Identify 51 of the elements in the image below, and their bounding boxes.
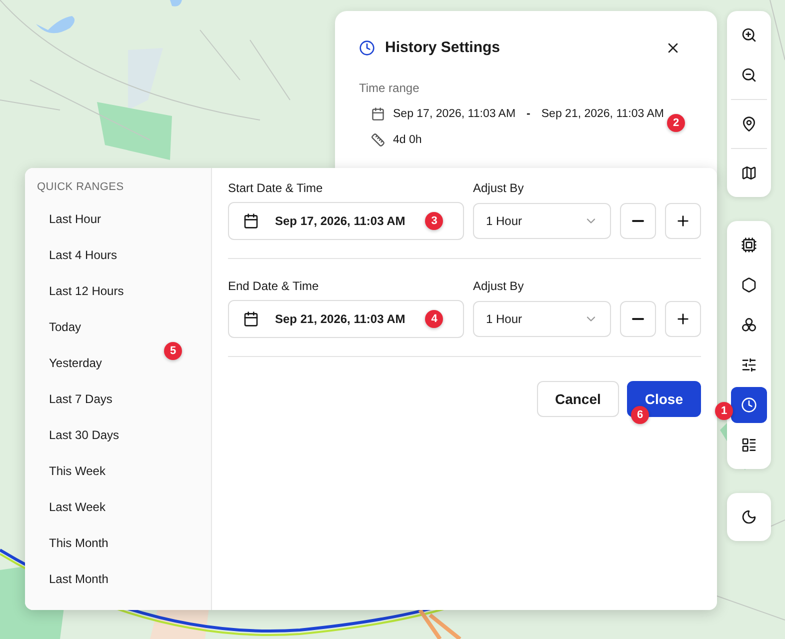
quick-range-item[interactable]: Last Week [37, 489, 197, 525]
clock-icon [359, 40, 375, 56]
chip-icon [741, 237, 757, 253]
zoom-out-icon [741, 67, 757, 83]
quick-range-item[interactable]: This Month [37, 525, 197, 561]
toolbar-button[interactable] [731, 387, 767, 423]
hexagon-icon [741, 277, 757, 293]
quick-range-item[interactable]: Last 30 Days [37, 417, 197, 453]
duration-text: 4d 0h [393, 134, 422, 146]
date-time-field[interactable]: Sep 17, 2026, 11:03 AM 3 [228, 202, 464, 240]
map-icon [741, 165, 757, 181]
plus-icon [675, 311, 691, 327]
list-icon [741, 437, 757, 453]
quick-range-item[interactable]: Last 4 Hours [37, 237, 197, 273]
quick-range-item[interactable]: This Week [37, 453, 197, 489]
sliders-icon [741, 357, 757, 373]
range-end-text: Sep 21, 2026, 11:03 AM [541, 108, 664, 120]
adjust-by-select[interactable]: 1 Hour [473, 301, 611, 337]
ruler-icon [371, 133, 385, 147]
cancel-button[interactable]: Cancel [536, 381, 619, 417]
calendar-icon [371, 107, 385, 121]
quick-range-item[interactable]: Last 12 Hours [37, 273, 197, 309]
clock-icon [741, 397, 757, 413]
moon-icon [741, 509, 757, 525]
date-time-field[interactable]: Sep 21, 2026, 11:03 AM 4 [228, 300, 464, 338]
circles-icon [741, 317, 757, 333]
step-marker: 3 [425, 212, 444, 230]
quick-range-item[interactable]: Last 7 Days [37, 381, 197, 417]
step-marker: 4 [425, 310, 444, 328]
panel-title: History Settings [385, 39, 502, 56]
minus-icon [632, 318, 644, 320]
range-start-text: Sep 17, 2026, 11:03 AM [393, 108, 516, 120]
adjust-by-label: Adjust By [473, 181, 525, 195]
minus-icon [632, 220, 644, 222]
calendar-icon [243, 213, 259, 229]
quick-range-item[interactable]: Last Hour [37, 201, 197, 237]
adjust-by-label: Adjust By [473, 279, 525, 293]
date-time-value: Sep 17, 2026, 11:03 AM [275, 214, 406, 228]
quick-range-item[interactable]: Last Month [37, 561, 197, 597]
quick-ranges-heading: QUICK RANGES [37, 181, 125, 193]
date-time-label: End Date & Time [228, 279, 320, 293]
adjust-by-select[interactable]: 1 Hour [473, 203, 611, 239]
calendar-icon [243, 311, 259, 327]
plus-icon [675, 213, 691, 229]
date-time-value: Sep 21, 2026, 11:03 AM [275, 312, 406, 326]
date-time-label: Start Date & Time [228, 181, 324, 195]
location-pin-icon [741, 116, 757, 132]
time-range-label: Time range [359, 81, 420, 95]
range-separator: - [526, 108, 530, 120]
quick-range-item[interactable]: Today [37, 309, 197, 345]
zoom-in-icon [741, 27, 757, 43]
